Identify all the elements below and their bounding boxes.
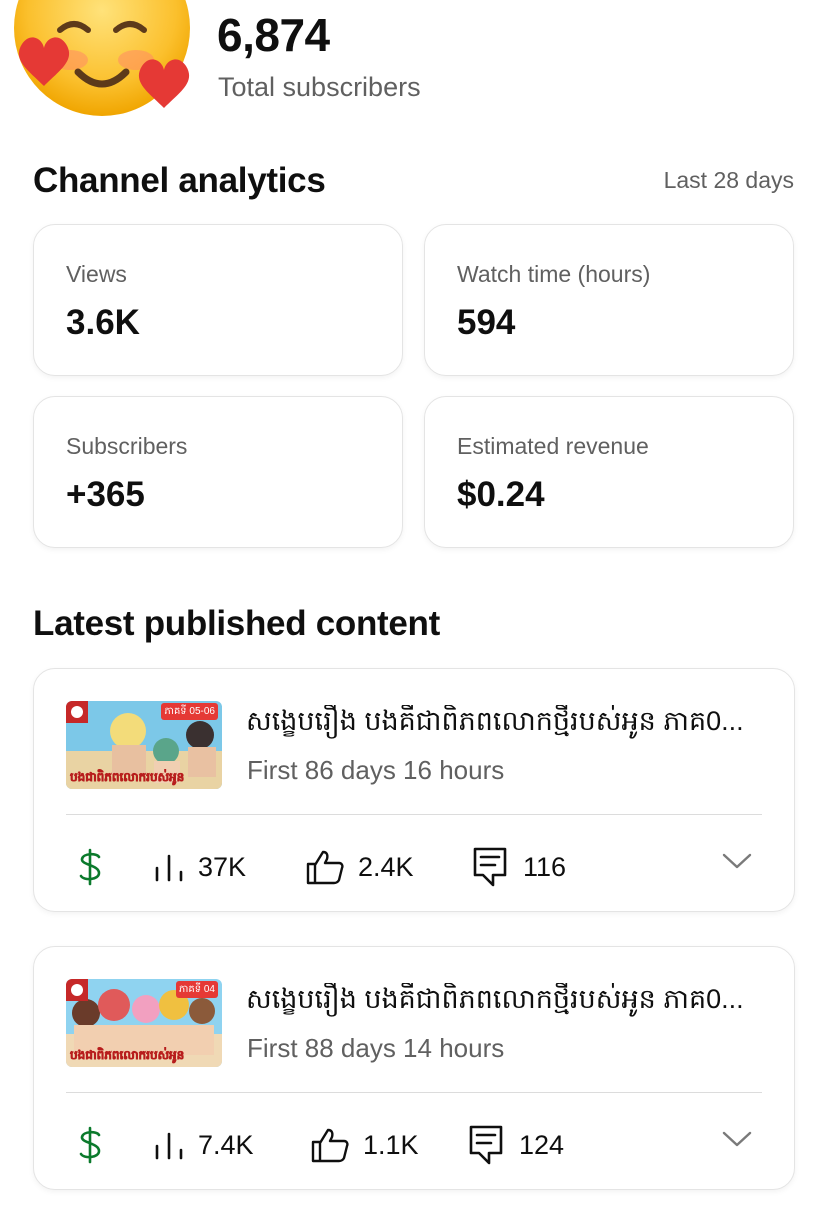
dollar-icon xyxy=(79,848,101,886)
thumbs-up-icon xyxy=(306,850,344,885)
thumbnail-caption: បងជាពិភពលោករបស់អូន xyxy=(70,770,185,785)
thumbs-up-icon xyxy=(311,1128,349,1163)
comments-count: 124 xyxy=(519,1129,565,1160)
stat-label: Subscribers xyxy=(66,433,188,459)
thumbnail-badge: ភាគទី 05-06 xyxy=(161,703,218,720)
divider xyxy=(66,1092,762,1093)
bar-chart-icon xyxy=(155,854,183,882)
video-thumbnail[interactable]: ភាគទី 04 បងជាពិភពលោករបស់អូន xyxy=(66,979,222,1067)
stat-label: Estimated revenue xyxy=(457,433,649,459)
video-age: First 88 days 14 hours xyxy=(247,1033,505,1063)
views-count: 7.4K xyxy=(198,1129,254,1160)
video-card[interactable]: ភាគទី 05-06 បងជាពិភពលោករបស់អូន សង្ខេបរឿង… xyxy=(33,668,795,912)
stat-value: 594 xyxy=(457,303,516,342)
comments-metric: 116 xyxy=(473,847,566,887)
chevron-down-icon[interactable] xyxy=(722,1130,752,1153)
total-subscribers-label: Total subscribers xyxy=(218,72,421,102)
latest-content-title: Latest published content xyxy=(33,604,440,643)
analytics-period[interactable]: Last 28 days xyxy=(664,167,794,194)
revenue-metric xyxy=(78,847,102,887)
stat-value: +365 xyxy=(66,475,145,514)
comments-metric: 124 xyxy=(469,1125,564,1165)
stat-label: Watch time (hours) xyxy=(457,261,651,287)
views-metric: 7.4K xyxy=(154,1125,254,1165)
stat-value: $0.24 xyxy=(457,475,545,514)
comments-count: 116 xyxy=(523,851,567,882)
video-thumbnail[interactable]: ភាគទី 05-06 បងជាពិភពលោករបស់អូន xyxy=(66,701,222,789)
dollar-icon xyxy=(79,1126,101,1164)
total-subscribers-count: 6,874 xyxy=(217,9,330,61)
channel-analytics-title: Channel analytics xyxy=(33,161,326,200)
views-count: 37K xyxy=(198,851,247,882)
stat-value: 3.6K xyxy=(66,303,140,342)
chevron-down-icon[interactable] xyxy=(722,852,752,875)
likes-metric: 2.4K xyxy=(306,847,414,887)
comment-icon xyxy=(469,1125,503,1165)
likes-count: 1.1K xyxy=(363,1129,419,1160)
thumbnail-badge: ភាគទី 04 xyxy=(175,981,218,998)
video-title[interactable]: សង្ខេបរឿង បងគឺជាពិភពលោកថ្មីរបស់អូន ភាគ0.… xyxy=(246,983,766,1022)
revenue-metric xyxy=(78,1125,102,1165)
video-age: First 86 days 16 hours xyxy=(247,755,505,785)
revenue-card[interactable]: Estimated revenue $0.24 xyxy=(424,396,794,548)
subscribers-card[interactable]: Subscribers +365 xyxy=(33,396,403,548)
divider xyxy=(66,814,762,815)
video-title[interactable]: សង្ខេបរឿង បងគឺជាពិភពលោកថ្មីរបស់អូន ភាគ0.… xyxy=(246,705,766,744)
channel-avatar[interactable] xyxy=(10,0,192,120)
bar-chart-icon xyxy=(155,1132,183,1160)
video-card[interactable]: ភាគទី 04 បងជាពិភពលោករបស់អូន សង្ខេបរឿង បង… xyxy=(33,946,795,1190)
watch-time-card[interactable]: Watch time (hours) 594 xyxy=(424,224,794,376)
likes-metric: 1.1K xyxy=(311,1125,419,1165)
thumbnail-caption: បងជាពិភពលោករបស់អូន xyxy=(70,1048,185,1063)
stat-label: Views xyxy=(66,261,127,287)
views-card[interactable]: Views 3.6K xyxy=(33,224,403,376)
views-metric: 37K xyxy=(154,847,246,887)
likes-count: 2.4K xyxy=(358,851,414,882)
comment-icon xyxy=(473,847,507,887)
